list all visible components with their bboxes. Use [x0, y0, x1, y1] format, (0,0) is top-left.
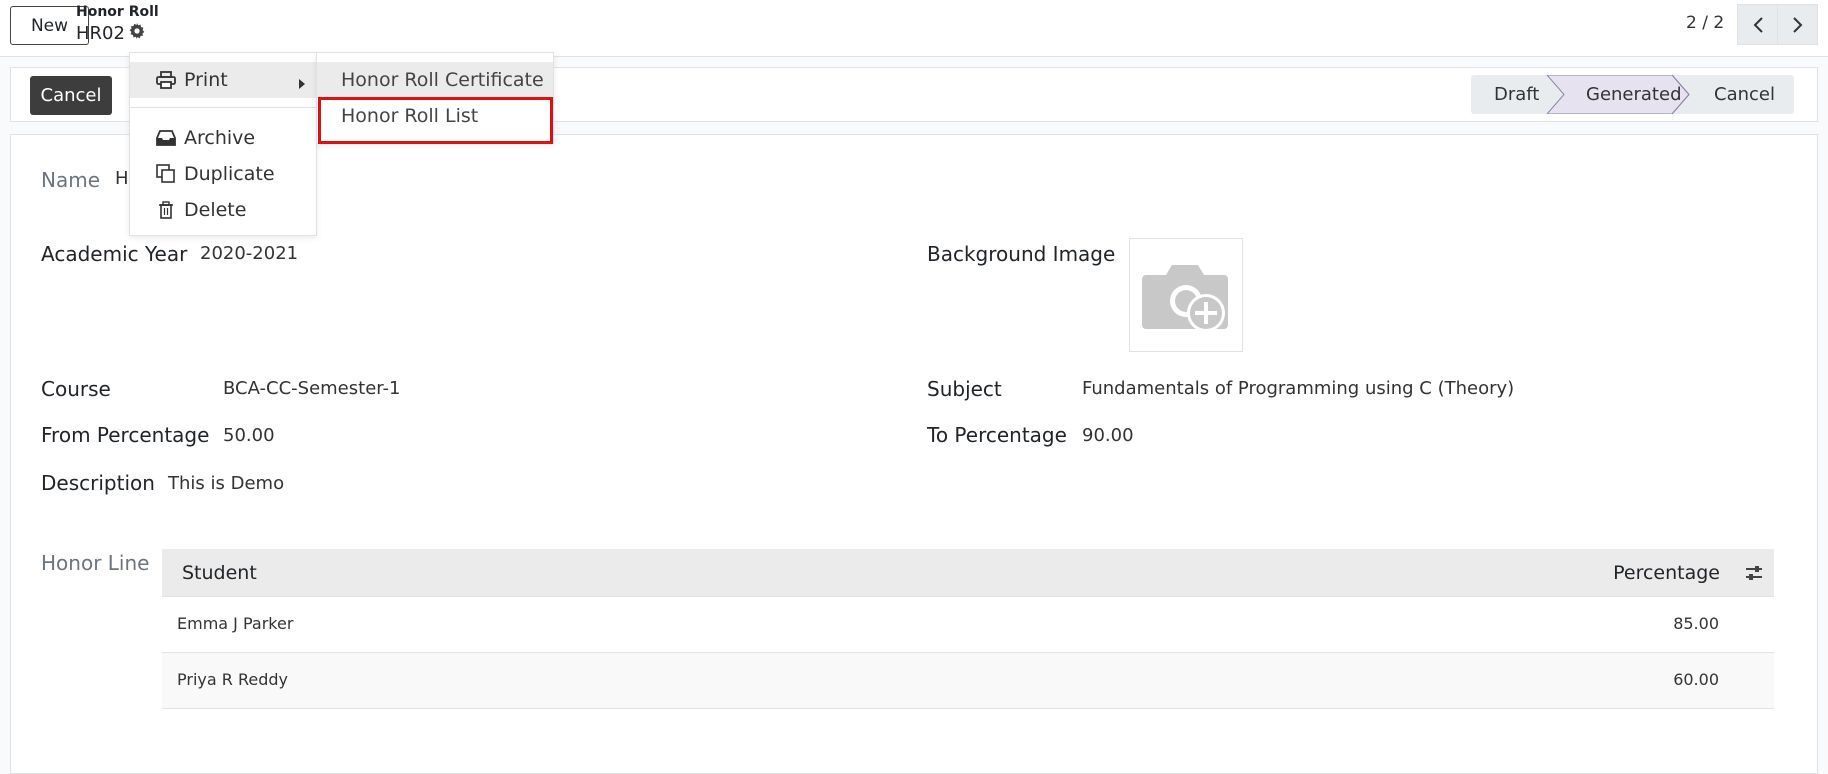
caret-right-icon [298, 73, 306, 95]
column-percentage[interactable]: Percentage [1613, 562, 1720, 584]
to-percentage-value[interactable]: 90.00 [1082, 425, 1134, 446]
menu-item-label: Delete [184, 199, 247, 221]
submenu-item-honor-roll-list[interactable]: Honor Roll List [317, 98, 553, 134]
submenu-item-honor-roll-certificate[interactable]: Honor Roll Certificate [317, 62, 553, 98]
row-student: Priya R Reddy [177, 670, 288, 689]
duplicate-icon [156, 164, 176, 184]
chevron-right-icon [1792, 16, 1802, 33]
row-percentage: 85.00 [1673, 614, 1719, 633]
control-panel: New Honor Roll HR02 2 / 2 [0, 0, 1828, 57]
description-value[interactable]: This is Demo [168, 473, 284, 494]
pager-previous-button[interactable] [1737, 4, 1778, 45]
name-label: Name [41, 168, 101, 192]
menu-item-label: Print [184, 69, 228, 91]
column-settings-icon[interactable] [1744, 563, 1764, 587]
name-value[interactable]: H [115, 168, 129, 189]
background-image-field[interactable] [1129, 238, 1243, 352]
honor-line-label: Honor Line [41, 551, 150, 575]
menu-divider [130, 107, 316, 108]
stage-cancel[interactable]: Cancel [1714, 75, 1775, 114]
menu-item-archive[interactable]: Archive [130, 120, 316, 156]
column-student[interactable]: Student [182, 562, 257, 584]
honor-line-table: Student Percentage Emma J Parker 85.00 P… [162, 549, 1774, 709]
cancel-button[interactable]: Cancel [30, 76, 112, 115]
course-value[interactable]: BCA-CC-Semester-1 [223, 378, 400, 399]
table-header: Student Percentage [162, 549, 1774, 597]
print-icon [156, 70, 176, 90]
archive-icon [156, 128, 176, 148]
row-student: Emma J Parker [177, 614, 294, 633]
menu-item-print[interactable]: Print [130, 62, 316, 98]
stage-generated[interactable]: Generated [1586, 75, 1682, 114]
stage-draft[interactable]: Draft [1494, 75, 1539, 114]
description-label: Description [41, 471, 155, 495]
pager-next-button[interactable] [1777, 4, 1818, 45]
menu-item-duplicate[interactable]: Duplicate [130, 156, 316, 192]
row-percentage: 60.00 [1673, 670, 1719, 689]
menu-item-label: Archive [184, 127, 256, 149]
chevron-left-icon [1753, 16, 1763, 33]
background-image-label: Background Image [927, 242, 1116, 266]
subject-label: Subject [927, 377, 1002, 401]
pager-value: 2 / 2 [1686, 13, 1725, 33]
to-percentage-label: To Percentage [927, 423, 1067, 447]
trash-icon [156, 200, 176, 220]
subject-value[interactable]: Fundamentals of Programming using C (The… [1082, 378, 1514, 399]
status-stages: Draft Generated Cancel [1471, 75, 1794, 114]
breadcrumb-parent[interactable]: Honor Roll [76, 4, 159, 20]
academic-year-value[interactable]: 2020-2021 [200, 243, 298, 264]
table-row[interactable]: Priya R Reddy 60.00 [162, 653, 1774, 709]
table-row[interactable]: Emma J Parker 85.00 [162, 597, 1774, 653]
course-label: Course [41, 377, 111, 401]
gear-icon[interactable] [129, 23, 145, 44]
add-photo-icon [1142, 265, 1228, 332]
from-percentage-value[interactable]: 50.00 [223, 425, 275, 446]
action-menu: Print Archive Duplicate Delete [129, 52, 317, 236]
record-name: HR02 [76, 23, 125, 44]
print-submenu: Honor Roll Certificate Honor Roll List [316, 52, 554, 144]
breadcrumb-current: HR02 [76, 23, 145, 44]
menu-item-delete[interactable]: Delete [130, 192, 316, 228]
menu-item-label: Duplicate [184, 163, 275, 185]
academic-year-label: Academic Year [41, 242, 188, 266]
from-percentage-label: From Percentage [41, 423, 210, 447]
